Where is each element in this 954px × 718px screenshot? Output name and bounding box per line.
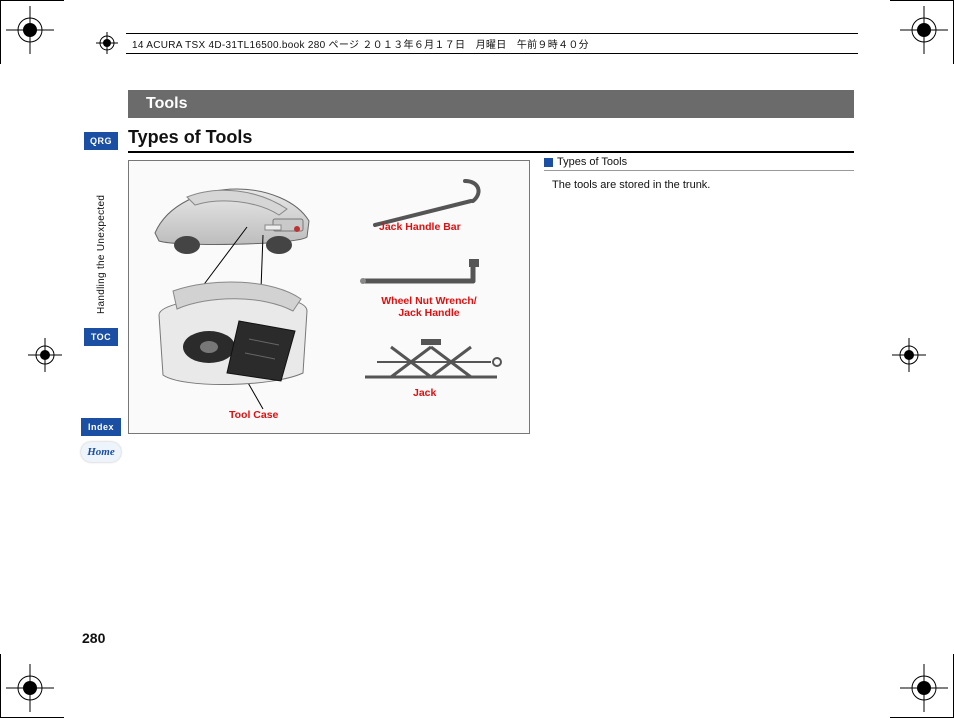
chapter-title-bar: Tools	[128, 90, 854, 118]
figure-box: Tool Case Jack Handle Bar Wheel Nut Wren…	[128, 160, 530, 434]
figure-label-jack-handle-bar: Jack Handle Bar	[379, 221, 461, 233]
figure-label-tool-case: Tool Case	[229, 409, 278, 421]
chapter-title: Tools	[146, 95, 187, 113]
info-heading-text: Types of Tools	[557, 156, 627, 168]
page-root: 14 ACURA TSX 4D-31TL16500.book 280 ページ ２…	[0, 0, 954, 718]
nav-index-button[interactable]: Index	[81, 418, 121, 436]
registration-mark-icon	[96, 32, 118, 54]
info-heading-marker-icon	[544, 158, 553, 167]
registration-mark-icon	[892, 338, 926, 377]
book-meta-text: 14 ACURA TSX 4D-31TL16500.book 280 ページ ２…	[126, 33, 858, 54]
page-number: 280	[82, 630, 105, 646]
section-heading: Types of Tools	[128, 127, 854, 153]
registration-mark-icon	[28, 338, 62, 377]
figure-label-wheel-nut-wrench: Wheel Nut Wrench/ Jack Handle	[369, 295, 489, 319]
registration-mark-icon	[900, 664, 948, 712]
registration-mark-icon	[6, 6, 54, 54]
registration-mark-icon	[6, 664, 54, 712]
sidebar-nav: QRG Handling the Unexpected TOC Index Ho…	[82, 132, 120, 462]
car-illustration	[147, 175, 317, 265]
nav-toc-label: TOC	[91, 332, 111, 342]
info-heading-row: Types of Tools	[544, 156, 854, 171]
book-meta-bar: 14 ACURA TSX 4D-31TL16500.book 280 ページ ２…	[96, 32, 858, 54]
nav-qrg-label: QRG	[90, 136, 112, 146]
nav-index-label: Index	[88, 422, 114, 432]
sidebar-section-label: Handling the Unexpected	[96, 164, 107, 314]
nav-home-button[interactable]: Home	[81, 442, 121, 462]
wheel-nut-wrench-illustration	[355, 259, 505, 293]
info-column: Types of Tools The tools are stored in t…	[544, 156, 854, 191]
nav-qrg-button[interactable]: QRG	[84, 132, 118, 150]
info-body-text: The tools are stored in the trunk.	[544, 179, 854, 191]
nav-toc-button[interactable]: TOC	[84, 328, 118, 346]
registration-mark-icon	[900, 6, 948, 54]
figure-label-jack: Jack	[413, 387, 436, 399]
nav-home-label: Home	[87, 446, 115, 458]
trunk-illustration	[153, 281, 313, 391]
jack-illustration	[351, 333, 511, 385]
